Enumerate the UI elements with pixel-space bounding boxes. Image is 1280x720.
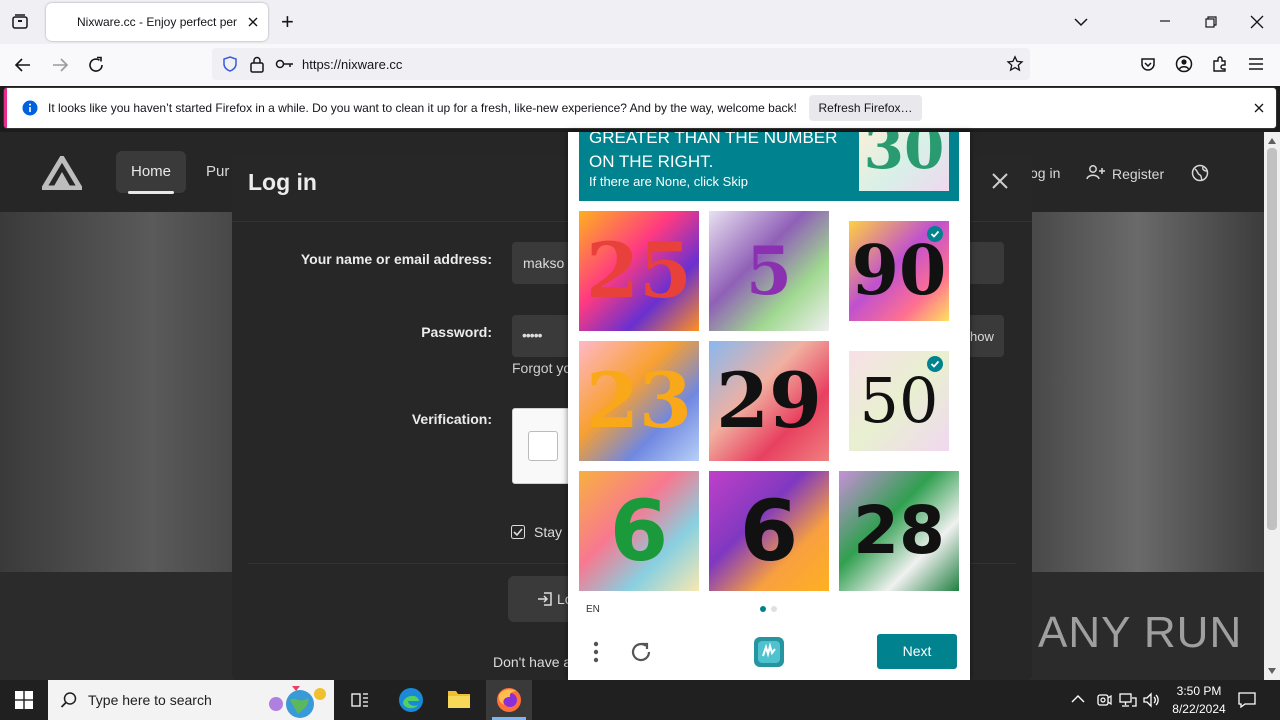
next-button[interactable]: Next	[877, 634, 957, 669]
nav-home-underline	[128, 191, 174, 194]
back-arrow-icon[interactable]	[14, 56, 32, 74]
name-input-value: makso	[523, 255, 565, 271]
windows-start-icon[interactable]	[15, 691, 33, 709]
volume-icon[interactable]	[1142, 692, 1160, 708]
nav-home[interactable]: Home	[116, 151, 186, 193]
tab-list-icon[interactable]	[10, 12, 30, 32]
reload-icon[interactable]	[87, 56, 105, 74]
url-text[interactable]: https://nixware.cc	[302, 57, 402, 72]
challenge-tile[interactable]: 23	[579, 341, 699, 461]
tab-bar: Nixware.cc - Enjoy perfect perf... +	[0, 0, 1280, 44]
login-arrow-icon	[537, 591, 553, 607]
tracking-shield-icon[interactable]	[221, 55, 239, 73]
language-globe-icon[interactable]	[1191, 164, 1209, 182]
windows-taskbar: Type here to search 3:50 PM 8/22/2024	[0, 680, 1280, 720]
edge-icon[interactable]	[398, 687, 424, 713]
info-icon	[22, 100, 38, 116]
lock-icon[interactable]	[249, 55, 265, 73]
page-scrollbar[interactable]	[1264, 132, 1280, 680]
tab-title: Nixware.cc - Enjoy perfect perf...	[77, 15, 237, 29]
search-highlight-globe-icon	[262, 682, 330, 718]
challenge-tile[interactable]: 5	[709, 211, 829, 331]
login-title: Log in	[248, 169, 317, 195]
nav-register[interactable]: Register	[1112, 166, 1164, 182]
close-window-icon[interactable]	[1250, 15, 1264, 29]
minimize-icon[interactable]	[1158, 14, 1172, 28]
challenge-tile[interactable]: 6	[579, 471, 699, 591]
close-tab-icon[interactable]	[246, 15, 260, 29]
account-icon[interactable]	[1175, 55, 1193, 73]
network-icon[interactable]	[1119, 692, 1137, 708]
scroll-thumb[interactable]	[1267, 148, 1277, 530]
new-tab-button[interactable]: +	[281, 11, 294, 33]
page-dot	[771, 606, 777, 612]
refresh-challenge-icon[interactable]	[629, 640, 653, 664]
refresh-firefox-button[interactable]: Refresh Firefox…	[809, 95, 922, 121]
clock-time[interactable]: 3:50 PM	[1166, 684, 1232, 698]
restore-icon[interactable]	[1204, 15, 1218, 29]
challenge-prompt: GREATER THAN THE NUMBER ON THE RIGHT. If…	[579, 132, 959, 201]
show-password-toggle[interactable]: how	[970, 329, 994, 344]
task-view-icon[interactable]	[351, 691, 369, 709]
selected-check-icon	[927, 356, 943, 372]
no-account-text: Don't have a	[493, 654, 572, 670]
nav-login[interactable]: og in	[1030, 165, 1060, 181]
prompt-subtext: If there are None, click Skip	[589, 174, 748, 189]
nav-purchase[interactable]: Pur	[206, 163, 229, 180]
firefox-taskbar-button[interactable]	[486, 680, 532, 720]
bookmark-star-icon[interactable]	[1006, 55, 1024, 73]
key-permission-icon[interactable]	[275, 56, 295, 72]
password-label: Password:	[421, 324, 492, 340]
prompt-line-1: GREATER THAN THE NUMBER	[589, 132, 838, 147]
stay-logged-in-checkbox[interactable]	[511, 525, 525, 539]
firefox-refresh-notification: It looks like you haven’t started Firefo…	[4, 88, 1276, 128]
hcaptcha-challenge: GREATER THAN THE NUMBER ON THE RIGHT. If…	[568, 132, 970, 680]
close-notification-icon[interactable]	[1253, 102, 1265, 114]
forgot-password-link[interactable]: Forgot yo	[512, 360, 571, 376]
verification-label: Verification:	[411, 411, 492, 427]
close-dialog-icon[interactable]	[991, 172, 1009, 190]
prompt-line-2: ON THE RIGHT.	[589, 152, 714, 171]
meet-now-icon[interactable]	[1096, 692, 1112, 708]
more-options-icon[interactable]	[592, 640, 600, 664]
page-dot-active	[760, 606, 766, 612]
address-bar[interactable]: https://nixware.cc	[212, 48, 1030, 80]
taskbar-search-box[interactable]: Type here to search	[48, 680, 334, 720]
site-logo-icon[interactable]	[42, 156, 82, 190]
reference-number: 30	[863, 132, 945, 182]
firefox-icon	[496, 687, 522, 713]
language-selector[interactable]: EN	[586, 604, 600, 615]
search-icon	[60, 691, 78, 709]
anyrun-watermark: ANY RUN	[1038, 608, 1243, 657]
browser-tab[interactable]: Nixware.cc - Enjoy perfect perf...	[46, 3, 268, 41]
scroll-up-icon[interactable]	[1268, 138, 1276, 144]
clock-date[interactable]: 8/22/2024	[1162, 702, 1236, 716]
file-explorer-icon[interactable]	[447, 688, 471, 710]
register-user-icon[interactable]	[1086, 164, 1106, 180]
notifications-icon[interactable]	[1238, 691, 1256, 709]
menu-hamburger-icon[interactable]	[1247, 56, 1265, 72]
stay-logged-in-label: Stay	[534, 524, 563, 540]
notification-message: It looks like you haven’t started Firefo…	[48, 101, 797, 115]
challenge-tile[interactable]: 28	[839, 471, 959, 591]
name-label: Your name or email address:	[300, 251, 492, 267]
reference-image: 30	[859, 132, 949, 191]
selected-check-icon	[927, 226, 943, 242]
tray-overflow-chevron-icon[interactable]	[1071, 694, 1085, 704]
password-input-value: •••••	[522, 327, 542, 343]
forward-arrow-icon[interactable]	[51, 56, 69, 74]
hcaptcha-checkbox[interactable]	[528, 431, 558, 461]
pocket-icon[interactable]	[1139, 56, 1157, 74]
extensions-icon[interactable]	[1211, 55, 1229, 73]
hcaptcha-logo-icon	[752, 635, 786, 669]
scroll-down-icon[interactable]	[1268, 668, 1276, 674]
tab-overflow-chevron-icon[interactable]	[1073, 14, 1089, 30]
challenge-tile[interactable]: 25	[579, 211, 699, 331]
search-placeholder: Type here to search	[88, 692, 212, 708]
challenge-tile[interactable]: 6	[709, 471, 829, 591]
challenge-tile[interactable]: 29	[709, 341, 829, 461]
